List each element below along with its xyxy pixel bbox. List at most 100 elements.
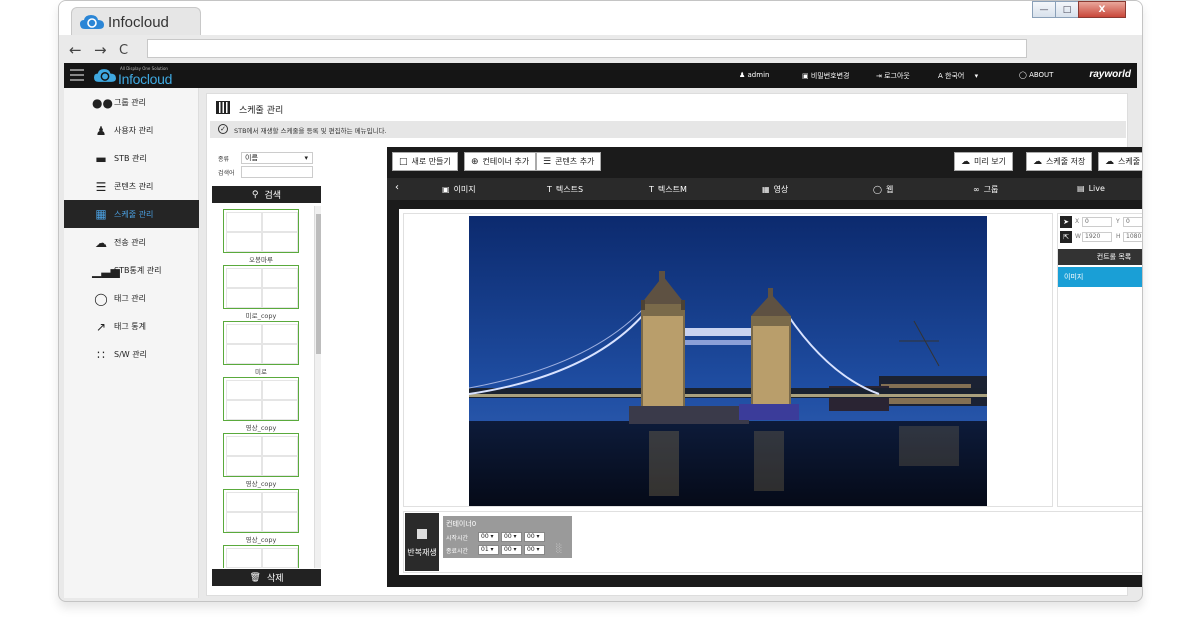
check-circle-icon: ✓	[218, 124, 228, 134]
content-thumb[interactable]	[223, 489, 299, 533]
change-password-link[interactable]: ▣ 비밀번호변경	[802, 71, 850, 81]
sidebar-item-transfer[interactable]: ☁ 전송 관리	[64, 229, 199, 256]
content-list-scrollbar[interactable]	[314, 206, 321, 568]
delete-button[interactable]: 🗑 삭제	[212, 569, 321, 586]
control-item-image[interactable]: 이미지 ⚙ ░	[1058, 267, 1142, 287]
type-group-label: 그룹	[983, 185, 999, 194]
type-image[interactable]: ▣ 이미지	[442, 184, 476, 195]
type-text-s[interactable]: T 텍스트S	[547, 184, 583, 195]
sidebar-item-schedule[interactable]: ▦ 스케줄 관리	[64, 200, 199, 228]
live-icon: ▤	[1077, 184, 1085, 193]
cloud-upload-icon: ☁	[1105, 156, 1114, 167]
content-thumb[interactable]	[223, 433, 299, 477]
lock-icon: ▣	[802, 72, 809, 80]
user-icon: ♟	[95, 123, 107, 138]
about-label: ABOUT	[1029, 71, 1054, 79]
content-thumb[interactable]	[223, 209, 299, 253]
back-icon[interactable]: ←	[69, 41, 82, 59]
content-thumb[interactable]	[223, 321, 299, 365]
sidebar-item-content[interactable]: ☰ 콘텐츠 관리	[64, 173, 199, 200]
timeline-container[interactable]: 컨테이너0 시작시간 00 ▾ 00 ▾ 00 ▾ 종료시간 01 ▾ 00 ▾…	[443, 516, 572, 558]
type-live[interactable]: ▤ Live	[1077, 184, 1105, 193]
type-video[interactable]: ▦ 영상	[762, 184, 788, 195]
end-hour-value: 01	[481, 546, 489, 553]
type-live-label: Live	[1088, 184, 1105, 193]
content-name: 오봉마루	[249, 256, 273, 264]
sidebar-item-user[interactable]: ♟ 사용자 관리	[64, 117, 199, 144]
menu-icon[interactable]	[70, 69, 84, 81]
start-minute-select[interactable]: 00 ▾	[501, 532, 522, 542]
close-button[interactable]: X	[1078, 1, 1126, 18]
reload-icon[interactable]: C	[119, 43, 128, 58]
scrollbar-thumb[interactable]	[316, 214, 321, 354]
type-select[interactable]: 이름 ▾	[241, 152, 313, 164]
controls-header: 컨트롤 목록	[1058, 249, 1142, 265]
line-chart-icon: ↗	[95, 319, 107, 334]
globe-icon: ◯	[873, 185, 882, 194]
sidebar-item-label: 사용자 관리	[114, 126, 154, 135]
description-bar: ✓ STB에서 재생할 스케줄을 등록 및 편집하는 메뉴입니다.	[210, 121, 1126, 138]
tab-bar: Infocloud — □ X	[59, 1, 1142, 37]
sidebar-item-stb[interactable]: ▬ STB 관리	[64, 145, 199, 172]
end-second-select[interactable]: 00 ▾	[524, 545, 545, 555]
type-label: 종류	[218, 156, 230, 163]
content-image[interactable]	[469, 216, 987, 506]
save-schedule-button[interactable]: ☁ 스케줄 저장	[1026, 152, 1093, 171]
h-label: H	[1116, 233, 1121, 240]
loop-play-button[interactable]: 반복재생	[405, 513, 439, 571]
about-link[interactable]: ◯ ABOUT	[1019, 71, 1053, 79]
language-select[interactable]: A 한국어 ▾	[938, 71, 978, 81]
content-thumb[interactable]	[223, 545, 299, 568]
add-content-button[interactable]: ☰ 콘텐츠 추가	[536, 152, 602, 171]
canvas-area: ➤ X 0 Y 0 ⇱ W 1920 H 1080 컨트롤 목록 이미지 ⚙ ░	[399, 209, 1142, 575]
user-menu[interactable]: ♟ admin	[739, 71, 769, 79]
add-container-label: 컨테이너 추가	[482, 157, 530, 166]
type-text-m-label: 텍스트M	[657, 185, 687, 194]
type-select-value: 이름	[245, 154, 258, 162]
trash-icon[interactable]: ░	[556, 544, 562, 553]
logout-label: 로그아웃	[884, 72, 910, 80]
control-item-label: 이미지	[1064, 273, 1084, 281]
address-bar	[59, 35, 1142, 63]
sidebar-item-tag[interactable]: ◯ 태그 관리	[64, 285, 199, 312]
maximize-button[interactable]: □	[1055, 1, 1079, 18]
content-thumb[interactable]	[223, 377, 299, 421]
sidebar-item-sw[interactable]: ∷ S/W 관리	[64, 341, 199, 368]
type-text-m[interactable]: T 텍스트M	[649, 184, 687, 195]
width-input[interactable]: 1920	[1082, 232, 1112, 242]
browser-tab[interactable]: Infocloud	[71, 7, 201, 37]
y-input[interactable]: 0	[1123, 217, 1142, 227]
add-container-button[interactable]: ⊕ 컨테이너 추가	[464, 152, 537, 171]
content-thumb[interactable]	[223, 265, 299, 309]
grid-icon: ▦	[95, 207, 107, 221]
tag-icon: ◯	[94, 291, 108, 306]
chevron-left-icon[interactable]: ‹	[395, 182, 399, 193]
start-second-select[interactable]: 00 ▾	[524, 532, 545, 542]
forward-icon[interactable]: →	[94, 41, 107, 59]
tab-title: Infocloud	[108, 14, 169, 31]
send-schedule-button[interactable]: ☁ 스케줄 전송	[1098, 152, 1142, 171]
language-label: 한국어	[945, 72, 965, 80]
end-hour-select[interactable]: 01 ▾	[478, 545, 499, 555]
type-group[interactable]: ∞ 그룹	[973, 184, 998, 195]
x-input[interactable]: 0	[1082, 217, 1112, 227]
preview-button[interactable]: ☁ 미리 보기	[954, 152, 1013, 171]
end-minute-select[interactable]: 00 ▾	[501, 545, 522, 555]
keyword-input[interactable]	[241, 166, 313, 178]
save-schedule-label: 스케줄 저장	[1046, 157, 1086, 166]
minimize-button[interactable]: —	[1032, 1, 1056, 18]
sidebar-item-stb-stats[interactable]: ▁▃▅ STB통계 관리	[64, 257, 199, 284]
type-web[interactable]: ◯ 웹	[873, 184, 893, 195]
logout-link[interactable]: ⇥ 로그아웃	[876, 71, 910, 81]
type-web-label: 웹	[885, 185, 894, 194]
cloud-logo-icon	[80, 15, 104, 29]
sidebar-item-tag-stats[interactable]: ↗ 태그 통계	[64, 313, 199, 340]
sidebar-item-group[interactable]: ●● 그룹 관리	[64, 89, 199, 116]
url-input[interactable]	[147, 39, 1027, 58]
height-input[interactable]: 1080	[1123, 232, 1142, 242]
search-button[interactable]: ⚲ 검색	[212, 186, 321, 203]
start-hour-select[interactable]: 00 ▾	[478, 532, 499, 542]
layout-stage[interactable]	[403, 213, 1053, 507]
brand-name[interactable]: Infocloud	[118, 71, 172, 87]
new-button[interactable]: □ 새로 만들기	[392, 152, 458, 171]
